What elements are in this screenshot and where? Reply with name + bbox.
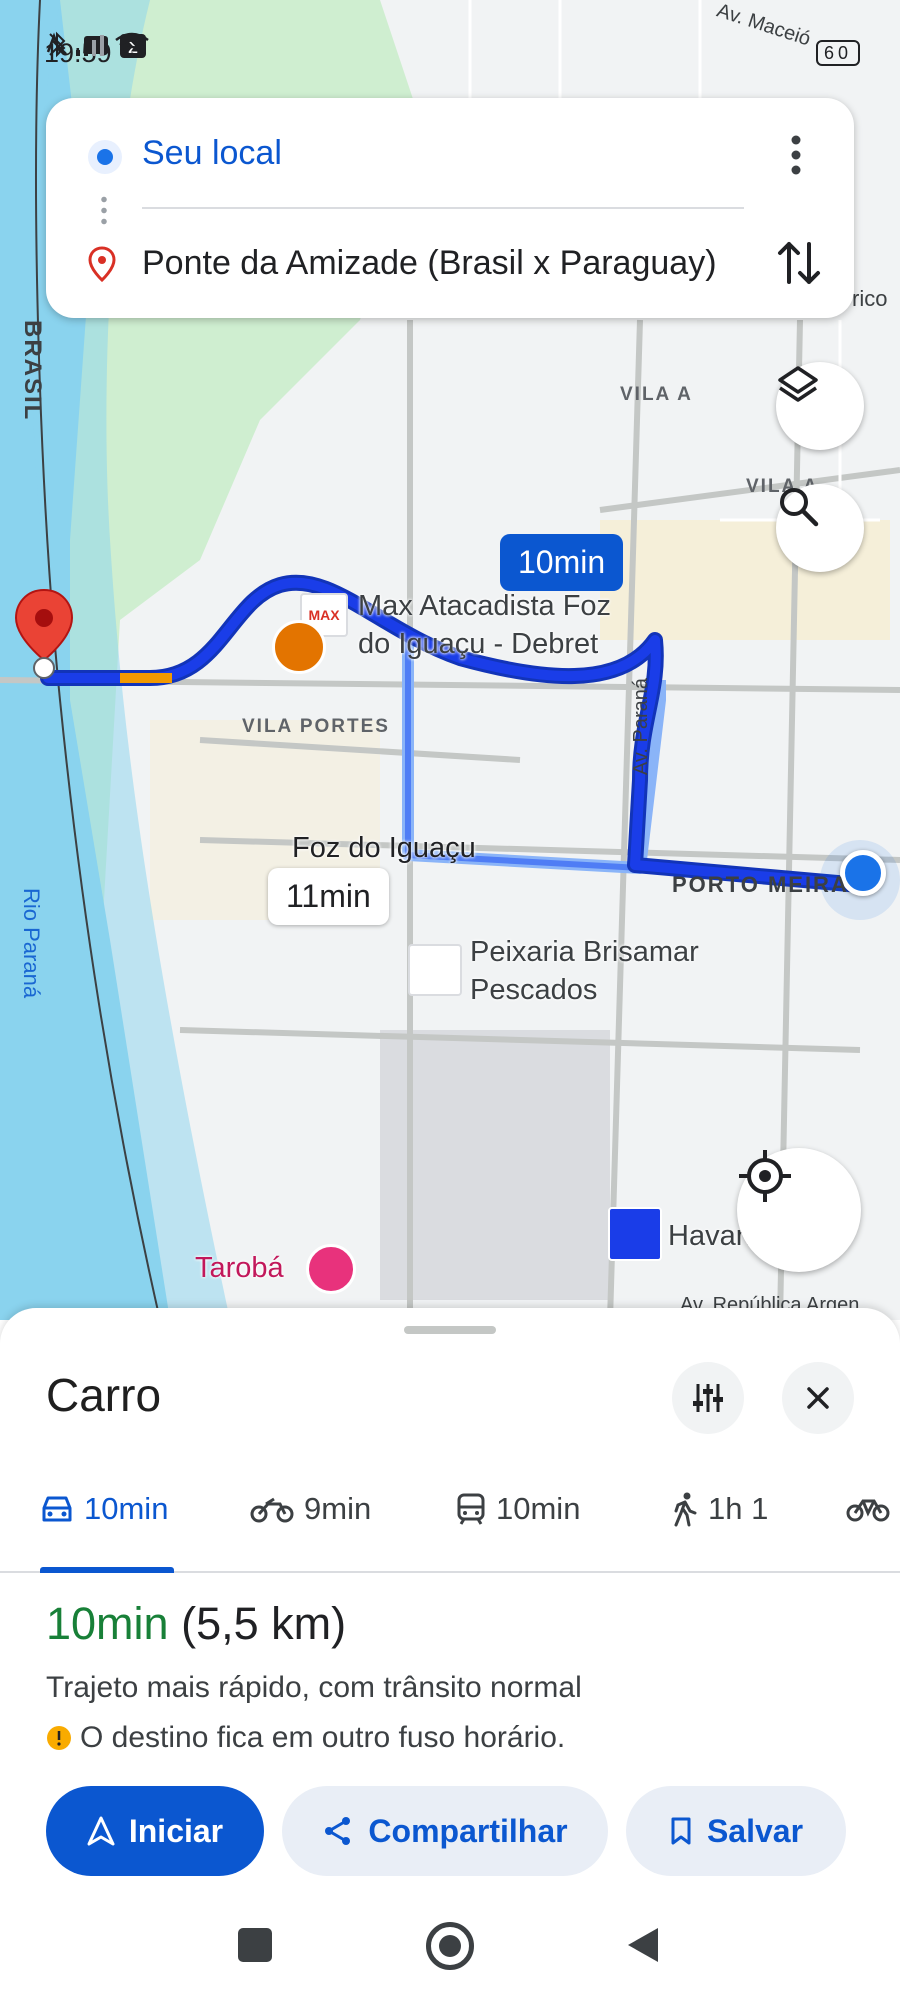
warning-icon: [46, 1725, 72, 1751]
car-icon: [40, 1494, 74, 1524]
tab-bicycle[interactable]: [846, 1491, 900, 1523]
destination-field[interactable]: Ponte da Amizade (Brasil x Paraguay): [142, 244, 717, 283]
tab-car-label: 10min: [84, 1491, 169, 1526]
system-nav-bar: [0, 1890, 900, 2000]
tab-motorcycle-label: 9min: [304, 1491, 372, 1526]
share-button[interactable]: Compartilhar: [282, 1786, 608, 1876]
share-button-label: Compartilhar: [368, 1812, 568, 1849]
start-button-label: Iniciar: [128, 1812, 224, 1849]
travel-mode-tabs: 10min 9min 10min 1h 1: [0, 1463, 900, 1573]
map-label-max: Max Atacadista Foz do Iguaçu - Debret: [358, 590, 612, 660]
tab-transit[interactable]: 10min: [456, 1491, 580, 1527]
tab-walk[interactable]: 1h 1: [672, 1491, 768, 1527]
map-label-av-parana: Av. Paraná: [630, 678, 652, 776]
map-label-rico: rico: [852, 286, 888, 311]
share-icon: [322, 1815, 354, 1847]
destination-pin-icon[interactable]: [12, 588, 76, 682]
map-label-peixaria: Peixaria Brisamar Pescados: [470, 936, 699, 1006]
timezone-warning: O destino fica em outro fuso horário.: [46, 1721, 565, 1755]
close-icon: [807, 1387, 829, 1409]
route-card: Seu local Ponte da Amizade (Brasil x Par…: [46, 98, 854, 318]
origin-dot-icon: [88, 140, 122, 174]
map-label-foz: Foz do Iguaçu: [292, 832, 476, 864]
origin-field[interactable]: Seu local: [142, 134, 282, 173]
close-button[interactable]: [782, 1362, 854, 1434]
tab-walk-label: 1h 1: [708, 1491, 769, 1526]
save-button[interactable]: Salvar: [626, 1786, 846, 1876]
route-summary: 10min (5,5 km): [46, 1598, 346, 1650]
map-label-rio: Rio Paraná: [19, 888, 44, 999]
alternate-route-time-chip[interactable]: 11min: [268, 868, 389, 925]
primary-route-time-chip[interactable]: 10min: [500, 534, 624, 591]
back-button[interactable]: [626, 1926, 660, 1969]
active-tab-indicator: [40, 1567, 174, 1573]
motorcycle-place-icon: [272, 620, 326, 674]
warning-text: O destino fica em outro fuso horário.: [80, 1721, 566, 1754]
route-duration: 10min: [46, 1598, 169, 1649]
navigation-arrow-icon: [87, 1816, 115, 1846]
recenter-button[interactable]: [737, 1148, 861, 1272]
tab-motorcycle[interactable]: 9min: [250, 1491, 371, 1527]
havan-icon: [608, 1207, 662, 1261]
battery-icon: 60: [815, 40, 860, 66]
status-system-icons: 60: [49, 31, 860, 66]
map-view[interactable]: Max Atacadista Foz do Iguaçu - Debret MA…: [0, 0, 900, 1320]
map-label-vila-portes: VILA PORTES: [242, 716, 390, 737]
map-label-brasil: BRASIL: [19, 320, 46, 422]
map-label-taroba: Tarobá: [195, 1252, 284, 1284]
map-label-vila-a: VILA A: [620, 384, 693, 405]
hotel-icon: [306, 1244, 356, 1294]
walk-icon: [672, 1491, 698, 1527]
route-distance: (5,5 km): [181, 1598, 347, 1649]
save-button-label: Salvar: [706, 1812, 804, 1849]
search-icon: [780, 488, 819, 527]
tab-transit-label: 10min: [496, 1491, 581, 1526]
start-button[interactable]: Iniciar: [46, 1786, 264, 1876]
search-button[interactable]: [776, 484, 864, 572]
home-button[interactable]: [426, 1922, 474, 1970]
status-bar: 19:59 Σ 60: [44, 30, 860, 76]
map-label-porto-meira: PORTO MEIRA: [672, 872, 849, 897]
route-dots: [101, 194, 107, 228]
transit-icon: [456, 1492, 486, 1526]
bookmark-icon: [669, 1816, 693, 1846]
swap-direction-icon[interactable]: [776, 238, 822, 288]
bicycle-icon: [846, 1491, 890, 1523]
tab-car[interactable]: 10min: [40, 1491, 168, 1527]
route-options-button[interactable]: [672, 1362, 744, 1434]
more-options-icon[interactable]: [786, 132, 806, 178]
route-description: Trajeto mais rápido, com trânsito normal: [46, 1671, 582, 1704]
layers-button[interactable]: [776, 362, 864, 450]
sheet-title: Carro: [46, 1369, 162, 1421]
tune-icon: [693, 1384, 723, 1412]
my-location-icon: [739, 1150, 791, 1202]
recents-button[interactable]: [238, 1928, 272, 1962]
peixaria-icon: [408, 944, 462, 996]
layers-icon: [778, 366, 818, 402]
motorcycle-icon: [250, 1495, 294, 1523]
route-divider: [142, 207, 744, 209]
drag-handle[interactable]: [404, 1326, 496, 1334]
